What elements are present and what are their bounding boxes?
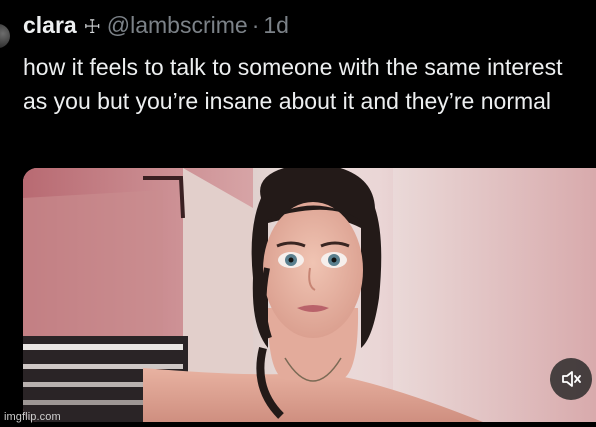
video-frame (23, 168, 596, 422)
tweet-text: how it feels to talk to someone with the… (23, 54, 563, 114)
watermark: imgflip.com (4, 411, 61, 423)
video-player[interactable] (23, 168, 596, 422)
timestamp[interactable]: 1d (263, 12, 289, 39)
cross-icon: ☩ (83, 16, 101, 38)
display-name[interactable]: clara (23, 12, 77, 39)
mute-button[interactable] (550, 358, 592, 400)
user-handle[interactable]: @lambscrime (107, 12, 248, 39)
tweet-header: clara ☩ @lambscrime · 1d (23, 12, 289, 40)
avatar[interactable] (0, 24, 10, 48)
separator-dot: · (251, 12, 260, 38)
mute-icon (562, 371, 581, 387)
